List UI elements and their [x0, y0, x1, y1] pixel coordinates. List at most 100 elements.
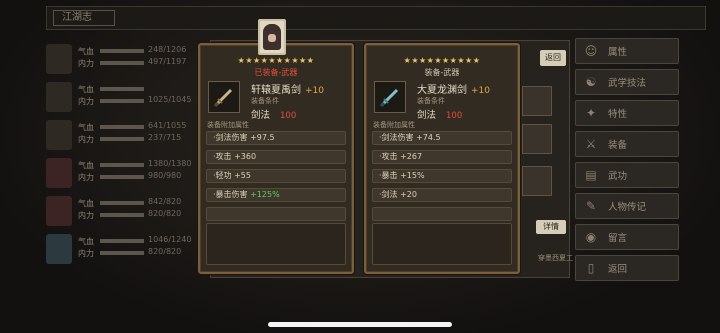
attribute-row [206, 207, 346, 221]
requirement-label: 装备条件 [251, 97, 279, 105]
character-row[interactable]: 气血 641/1055 内力 237/715 [44, 118, 204, 154]
attributes-label: 装备附加属性 [207, 121, 249, 129]
rarity-stars: ★★★★★★★★★★ [403, 56, 481, 65]
character-portrait [46, 234, 72, 264]
mp-bar [100, 175, 144, 179]
trait-icon: ✦ [585, 106, 597, 120]
hp-value: 641/1055 [148, 121, 187, 130]
stat-label: 气血 [78, 85, 94, 94]
requirement-skill: 剑法 [251, 110, 271, 121]
character-row[interactable]: 气血 1046/1240 内力 820/820 [44, 232, 204, 268]
menu-label: 返回 [608, 264, 628, 275]
equipment-slot[interactable] [522, 86, 552, 116]
equipped-weapon-card: ★★★★★★★★★★ 已装备-武器 轩辕夏禹剑 +10 装备条件 剑法 100 装备… [198, 43, 354, 274]
stat-label: 内力 [78, 59, 94, 68]
description-box [206, 223, 346, 265]
hp-bar [100, 125, 144, 129]
menu-return[interactable]: ▯ 返回 [575, 255, 679, 281]
menu-label: 属性 [608, 47, 628, 58]
hp-bar [100, 163, 144, 167]
menu-traits[interactable]: ✦ 特性 [575, 100, 679, 126]
mp-value: 497/1197 [148, 57, 187, 66]
stat-label: 气血 [78, 47, 94, 56]
requirement-value: 100 [446, 111, 463, 121]
attribute-row: ·剑法 +20 [372, 188, 512, 202]
attribute-text: ·暴击伤害 [213, 190, 251, 199]
menu-message[interactable]: ◉ 留言 [575, 224, 679, 250]
menu-attributes[interactable]: ☺ 属性 [575, 38, 679, 64]
stat-label: 内力 [78, 211, 94, 220]
description-snippet: 穿墨西夏工 [538, 254, 573, 262]
attribute-row: ·轻功 +55 [206, 169, 346, 183]
requirement-value: 100 [280, 111, 297, 121]
sword-icon [379, 88, 399, 108]
mp-value: 980/980 [148, 171, 182, 180]
stat-label: 内力 [78, 173, 94, 182]
note-icon: ◉ [585, 230, 597, 244]
skill-icon: ☯ [585, 75, 597, 89]
attributes-label: 装备附加属性 [373, 121, 415, 129]
panel-return-button[interactable]: 返回 [540, 50, 566, 66]
equipment-caption: 装备-武器 [424, 68, 460, 77]
menu-equipment[interactable]: ⚔ 装备 [575, 131, 679, 157]
book-icon: ✎ [585, 199, 597, 213]
mp-bar [100, 61, 144, 65]
character-row[interactable]: 气血 248/1206 内力 497/1197 [44, 42, 204, 78]
character-row[interactable]: 气血 842/820 内力 820/820 [44, 194, 204, 230]
weapon-name-text: 轩辕夏禹剑 [251, 85, 301, 96]
mp-value: 1025/1045 [148, 95, 192, 104]
attribute-row: ·攻击 +360 [206, 150, 346, 164]
character-portrait [46, 196, 72, 226]
equipment-slot[interactable] [522, 166, 552, 196]
character-row[interactable]: 气血 1380/1380 内力 980/980 [44, 156, 204, 192]
stat-label: 内力 [78, 249, 94, 258]
mp-value: 820/820 [148, 209, 182, 218]
attribute-text: ·剑法伤害 +74.5 [379, 133, 441, 142]
enhance-level: +10 [471, 86, 490, 96]
character-portrait [46, 158, 72, 188]
hp-bar [100, 239, 144, 243]
menu-label: 特性 [608, 109, 628, 120]
description-box [372, 223, 512, 265]
return-icon: ▯ [587, 261, 595, 275]
home-indicator[interactable] [268, 322, 452, 327]
requirement-label: 装备条件 [417, 97, 445, 105]
attribute-text: ·攻击 +267 [379, 152, 423, 161]
weapon-name: 大夏龙渊剑 +10 [417, 81, 490, 96]
attribute-text: ·暴击 +15% [379, 171, 425, 180]
equipment-slot[interactable] [522, 124, 552, 154]
jianghu-tab[interactable]: 江湖志 [53, 10, 115, 26]
menu-label: 人物传记 [608, 202, 647, 213]
sword-icon: ⚔ [585, 137, 597, 151]
mp-value: 237/715 [148, 133, 182, 142]
character-face [263, 24, 281, 50]
stat-label: 内力 [78, 135, 94, 144]
mp-bar [100, 213, 144, 217]
character-portrait [46, 120, 72, 150]
avatar [258, 19, 286, 55]
menu-kungfu[interactable]: ▤ 武功 [575, 162, 679, 188]
attribute-text: ·轻功 +55 [213, 171, 251, 180]
mp-bar [100, 137, 144, 141]
stat-label: 气血 [78, 237, 94, 246]
menu-martial-skills[interactable]: ☯ 武学技法 [575, 69, 679, 95]
scroll-icon: ▤ [585, 168, 597, 182]
attribute-row: ·剑法伤害 +74.5 [372, 131, 512, 145]
character-row[interactable]: 气血 内力 1025/1045 [44, 80, 204, 116]
attribute-text: ·剑法伤害 +97.5 [213, 133, 275, 142]
hp-value: 1380/1380 [148, 159, 192, 168]
attribute-row: ·暴击 +15% [372, 169, 512, 183]
menu-label: 武学技法 [608, 78, 647, 89]
details-button[interactable]: 详情 [536, 220, 566, 234]
menu-label: 留言 [608, 233, 628, 244]
stat-label: 气血 [78, 123, 94, 132]
sword-icon [213, 88, 233, 108]
attribute-text: ·剑法 +20 [379, 190, 417, 199]
character-portrait [46, 44, 72, 74]
attribute-row [372, 207, 512, 221]
compare-weapon-card: ★★★★★★★★★★ 装备-武器 大夏龙渊剑 +10 装备条件 剑法 100 装备附… [364, 43, 520, 274]
equipped-caption: 已装备-武器 [254, 68, 298, 77]
menu-biography[interactable]: ✎ 人物传记 [575, 193, 679, 219]
hp-value: 248/1206 [148, 45, 187, 54]
stat-label: 气血 [78, 199, 94, 208]
